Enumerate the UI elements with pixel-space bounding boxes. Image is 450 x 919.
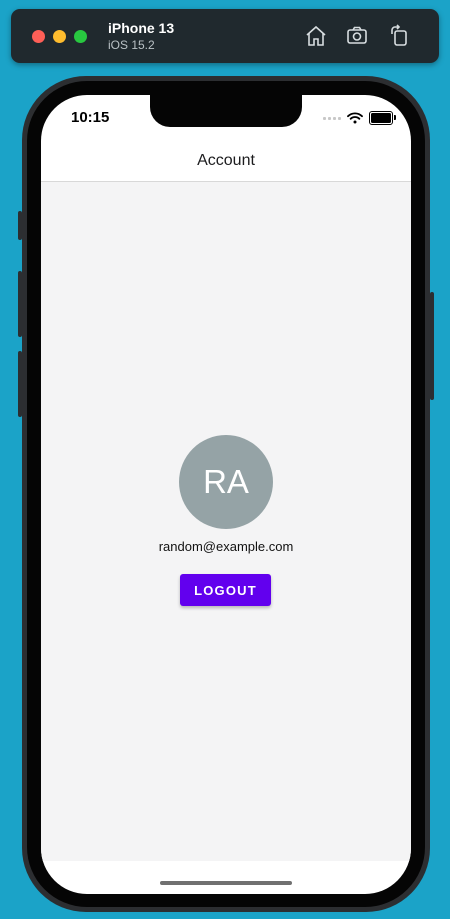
close-window-button[interactable]	[32, 30, 45, 43]
rotate-icon	[391, 24, 407, 46]
camera-icon	[347, 26, 367, 44]
home-button[interactable]	[302, 22, 330, 50]
avatar: RA	[179, 435, 273, 529]
phone-screen: 10:15 Account RA random@example.com LOGO…	[41, 95, 411, 894]
notch	[150, 95, 302, 127]
avatar-initials: RA	[203, 463, 249, 500]
page-title: Account	[197, 152, 255, 169]
simulator-toolbar: iPhone 13 iOS 15.2	[11, 9, 439, 63]
app-header: Account	[41, 141, 411, 182]
screenshot-button[interactable]	[344, 22, 372, 50]
minimize-window-button[interactable]	[53, 30, 66, 43]
volume-down-button	[18, 351, 22, 417]
battery-icon	[369, 111, 396, 125]
account-content: RA random@example.com LOGOUT	[41, 182, 411, 861]
home-icon	[306, 25, 326, 46]
volume-up-button	[18, 271, 22, 337]
user-email: random@example.com	[158, 539, 294, 554]
wifi-icon	[347, 112, 363, 124]
power-button	[430, 292, 434, 400]
cellular-signal-icon	[323, 116, 341, 120]
zoom-window-button[interactable]	[74, 30, 87, 43]
status-bar-time: 10:15	[71, 109, 110, 126]
os-version: iOS 15.2	[108, 38, 155, 52]
mute-switch	[18, 211, 22, 240]
home-indicator[interactable]	[160, 881, 292, 885]
logout-button[interactable]: LOGOUT	[180, 574, 271, 606]
rotate-button[interactable]	[386, 22, 414, 50]
status-bar-icons	[323, 111, 396, 125]
device-name: iPhone 13	[108, 20, 175, 36]
